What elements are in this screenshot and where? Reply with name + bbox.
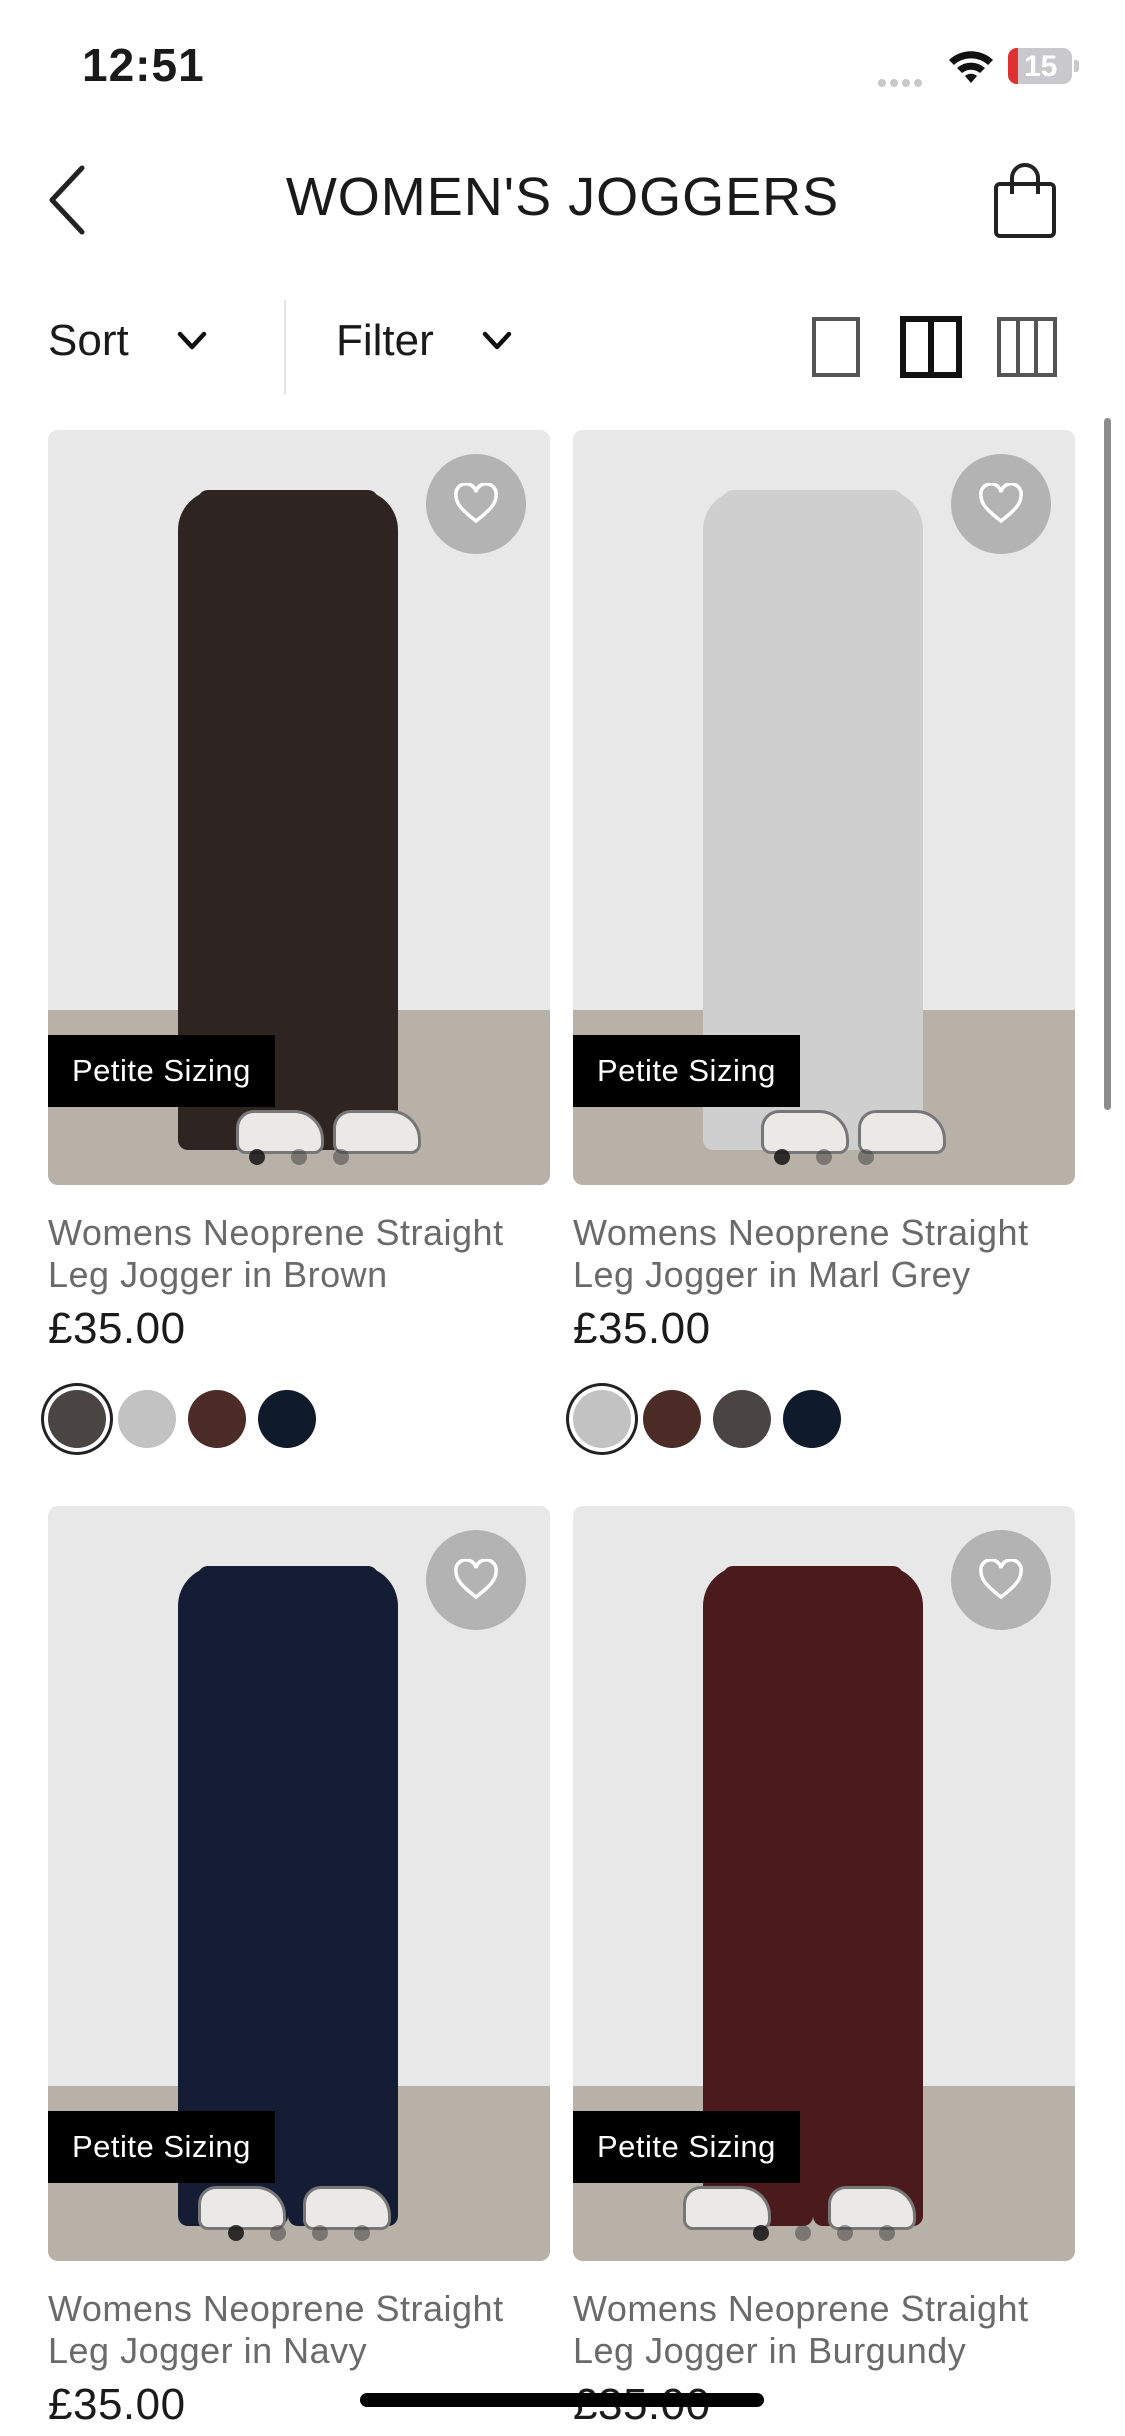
- petite-sizing-badge: Petite Sizing: [48, 2111, 275, 2183]
- left-shoe: [683, 2186, 771, 2230]
- sort-label: Sort: [48, 316, 129, 365]
- color-swatch[interactable]: [48, 1390, 106, 1448]
- battery-icon: 15: [1008, 48, 1072, 84]
- status-bar: 12:51 15: [0, 0, 1125, 140]
- image-carousel-dots[interactable]: [48, 1149, 550, 1165]
- left-shoe: [236, 1110, 324, 1154]
- sort-filter-toolbar: Sort Filter: [0, 296, 1125, 400]
- color-swatch[interactable]: [258, 1390, 316, 1448]
- two-column-view-icon[interactable]: [900, 316, 962, 378]
- color-swatches: [573, 1390, 841, 1448]
- jogger-right-leg: [813, 490, 923, 1150]
- jogger-waistband: [198, 490, 378, 530]
- wishlist-heart-icon[interactable]: [426, 454, 526, 554]
- color-swatch[interactable]: [783, 1390, 841, 1448]
- product-price: £35.00: [573, 1304, 711, 1353]
- jogger-right-leg: [288, 1566, 398, 2226]
- product-name[interactable]: Womens Neoprene Straight Leg Jogger in M…: [573, 1212, 1093, 1296]
- battery-tip: [1074, 60, 1079, 72]
- home-indicator: [360, 2393, 764, 2407]
- right-shoe: [303, 2186, 391, 2230]
- jogger-waistband: [723, 490, 903, 530]
- status-time: 12:51: [82, 39, 205, 91]
- color-swatch[interactable]: [643, 1390, 701, 1448]
- petite-sizing-badge: Petite Sizing: [48, 1035, 275, 1107]
- wifi-icon: [949, 51, 993, 83]
- chevron-down-icon: [482, 331, 512, 350]
- chevron-down-icon: [177, 331, 206, 350]
- image-carousel-dots[interactable]: [573, 1149, 1075, 1165]
- jogger-waistband: [723, 1566, 903, 1606]
- petite-sizing-badge: Petite Sizing: [573, 1035, 800, 1107]
- jogger-right-leg: [813, 1566, 923, 2226]
- color-swatch[interactable]: [713, 1390, 771, 1448]
- left-shoe: [198, 2186, 286, 2230]
- product-price: £35.00: [48, 1304, 186, 1353]
- three-column-view-icon[interactable]: [996, 316, 1058, 378]
- right-shoe: [858, 1110, 946, 1154]
- color-swatch[interactable]: [573, 1390, 631, 1448]
- product-image[interactable]: Petite Sizing: [48, 1506, 550, 2261]
- page-title: WOMEN'S JOGGERS: [285, 167, 840, 227]
- toolbar-divider: [284, 300, 286, 394]
- sort-button[interactable]: Sort: [48, 316, 207, 366]
- product-image[interactable]: Petite Sizing: [48, 430, 550, 1185]
- product-image[interactable]: Petite Sizing: [573, 430, 1075, 1185]
- shopping-bag-icon[interactable]: [990, 160, 1060, 240]
- battery-level: 15: [1024, 50, 1058, 83]
- product-name[interactable]: Womens Neoprene Straight Leg Jogger in N…: [48, 2288, 568, 2372]
- wishlist-heart-icon[interactable]: [951, 454, 1051, 554]
- petite-sizing-badge: Petite Sizing: [573, 2111, 800, 2183]
- cellular-signal-icon: [878, 74, 926, 92]
- color-swatch[interactable]: [188, 1390, 246, 1448]
- color-swatches: [48, 1390, 316, 1448]
- image-carousel-dots[interactable]: [573, 2225, 1075, 2241]
- jogger-waistband: [198, 1566, 378, 1606]
- product-image[interactable]: Petite Sizing: [573, 1506, 1075, 2261]
- filter-label: Filter: [336, 316, 434, 365]
- image-carousel-dots[interactable]: [48, 2225, 550, 2241]
- right-shoe: [333, 1110, 421, 1154]
- wishlist-heart-icon[interactable]: [951, 1530, 1051, 1630]
- wishlist-heart-icon[interactable]: [426, 1530, 526, 1630]
- filter-button[interactable]: Filter: [336, 316, 512, 366]
- jogger-right-leg: [288, 490, 398, 1150]
- product-name[interactable]: Womens Neoprene Straight Leg Jogger in B…: [48, 1212, 568, 1296]
- product-price: £35.00: [48, 2380, 186, 2429]
- right-shoe: [828, 2186, 916, 2230]
- scrollbar[interactable]: [1104, 418, 1111, 1110]
- single-column-view-icon[interactable]: [808, 316, 870, 378]
- left-shoe: [761, 1110, 849, 1154]
- color-swatch[interactable]: [118, 1390, 176, 1448]
- product-name[interactable]: Womens Neoprene Straight Leg Jogger in B…: [573, 2288, 1093, 2372]
